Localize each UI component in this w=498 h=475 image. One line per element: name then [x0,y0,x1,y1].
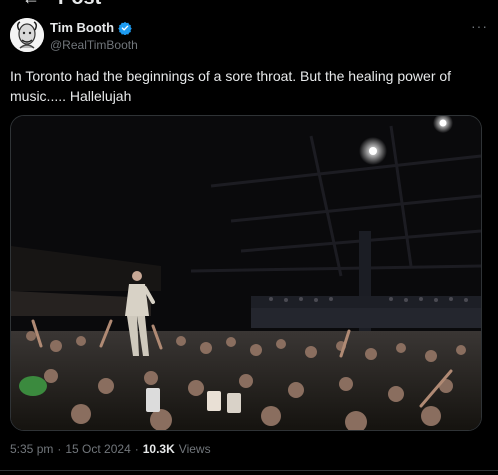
author-name[interactable]: Tim Booth [50,20,114,35]
top-bar: ← Post [0,0,498,8]
author-handle[interactable]: @RealTimBooth [50,38,138,52]
divider [0,470,498,471]
post-meta: 5:35 pm · 15 Oct 2024 · 10.3K Views [10,442,211,456]
more-options-icon[interactable]: ··· [471,18,488,34]
verified-badge-icon [118,21,132,35]
avatar[interactable] [10,18,44,52]
post-time[interactable]: 5:35 pm [10,442,53,456]
views-count: 10.3K [142,442,175,456]
post-date[interactable]: 15 Oct 2024 [65,442,130,456]
views-label: Views [178,442,211,456]
concert-photo [11,116,481,430]
post-text: In Toronto had the beginnings of a sore … [10,68,452,104]
post-author: Tim Booth @RealTimBooth ··· [10,18,488,58]
avatar-illustration [10,18,44,52]
meta-separator-2: · [134,442,139,456]
meta-separator: · [57,442,62,456]
author-name-row: Tim Booth [50,20,132,35]
arrow-left-icon[interactable]: ← [22,0,40,8]
post-media[interactable] [10,115,482,431]
page-title: Post [58,0,101,8]
